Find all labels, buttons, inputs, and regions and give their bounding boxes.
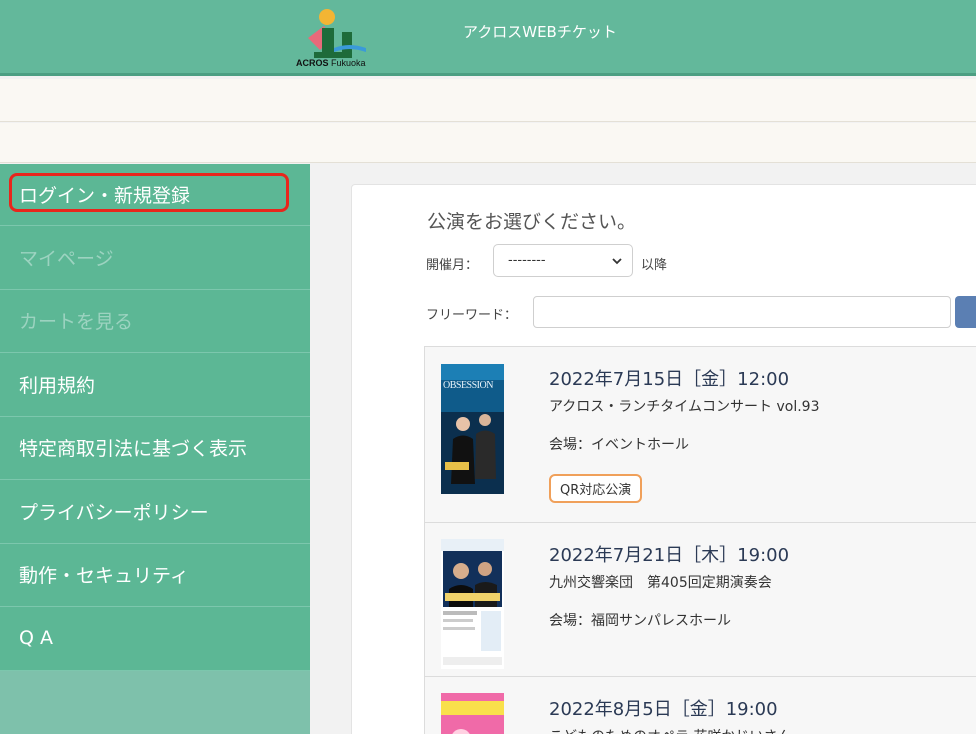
event-list: OBSESSION 2022年7月15日［金］12:00 アクロス・ランチタイム…: [424, 346, 976, 734]
event-title[interactable]: こどものためのオペラ 花咲かじいさん: [549, 726, 791, 734]
event-title[interactable]: 九州交響楽団 第405回定期演奏会: [549, 572, 772, 592]
sidebar-item-cart[interactable]: カートを見る: [0, 290, 310, 353]
search-button[interactable]: [955, 296, 976, 328]
event-venue: 会場：福岡サンパレスホール: [549, 613, 731, 629]
page-title: 公演をお選びください。: [427, 211, 637, 233]
sidebar-item-commercial-law[interactable]: 特定商取引法に基づく表示: [0, 417, 310, 480]
logo-wordmark: ACROS Fukuoka: [296, 58, 366, 68]
event-date: 2022年7月15日［金］12:00: [549, 369, 790, 390]
sidebar-item-terms[interactable]: 利用規約: [0, 353, 310, 417]
month-select[interactable]: --------: [493, 244, 633, 277]
month-label: 開催月：: [426, 258, 479, 273]
freeword-input[interactable]: [533, 296, 951, 328]
header-bar: ACROS Fukuoka アクロスWEBチケット: [0, 0, 976, 76]
event-item[interactable]: 2022年8月5日［金］19:00 こどものためのオペラ 花咲かじいさん: [425, 677, 976, 734]
poster-title-text: OBSESSION: [443, 380, 493, 391]
sidebar-item-qa[interactable]: Q A: [0, 607, 310, 671]
breadcrumb-band: [0, 79, 976, 122]
sub-band: [0, 123, 976, 163]
event-poster-image: [441, 693, 504, 734]
event-date: 2022年8月5日［金］19:00: [549, 699, 778, 720]
sidebar-item-login[interactable]: ログイン・新規登録: [0, 164, 310, 226]
sidebar-item-privacy[interactable]: プライバシーポリシー: [0, 480, 310, 544]
sidebar-menu: ログイン・新規登録 マイページ カートを見る 利用規約 特定商取引法に基づく表示…: [0, 164, 310, 671]
event-item[interactable]: 2022年7月21日［木］19:00 九州交響楽団 第405回定期演奏会 会場：…: [425, 523, 976, 677]
site-title: アクロスWEBチケット: [463, 23, 617, 41]
sidebar-item-mypage[interactable]: マイページ: [0, 226, 310, 290]
sidebar: ログイン・新規登録 マイページ カートを見る 利用規約 特定商取引法に基づく表示…: [0, 164, 310, 734]
qr-badge: QR対応公演: [549, 474, 643, 503]
event-date: 2022年7月21日［木］19:00: [549, 545, 790, 566]
event-title[interactable]: アクロス・ランチタイムコンサート vol.93: [549, 396, 819, 416]
month-suffix: 以降: [641, 258, 668, 273]
event-venue: 会場：イベントホール: [549, 437, 689, 453]
freeword-label: フリーワード：: [426, 308, 518, 323]
logo-text-light: Fukuoka: [328, 58, 366, 68]
event-item[interactable]: OBSESSION 2022年7月15日［金］12:00 アクロス・ランチタイム…: [425, 347, 976, 523]
chevron-down-icon: [612, 258, 622, 265]
event-poster-image: [441, 539, 504, 669]
sidebar-item-security[interactable]: 動作・セキュリティ: [0, 544, 310, 607]
month-select-value: --------: [508, 253, 546, 268]
logo-text-bold: ACROS: [296, 58, 329, 68]
